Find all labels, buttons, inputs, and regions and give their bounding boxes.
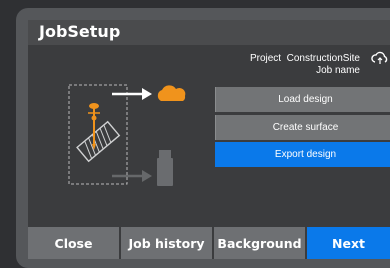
cloud-icon [157,85,186,101]
project-info: Project ConstructionSite Job name [250,53,360,77]
arrow-right-dim-icon [112,170,152,182]
load-design-button[interactable]: Load design [215,87,390,112]
export-design-label: Export design [274,149,337,160]
export-illustration [68,84,186,186]
cloud-sync-icon[interactable] [370,51,390,67]
export-design-button[interactable]: Export design [215,142,390,167]
footer-bar: Close Job history Background Next [28,225,390,259]
project-label: Project [249,53,282,64]
job-name-label: Job name [316,65,360,76]
job-history-button[interactable]: Job history [121,227,212,259]
background-label: Background [217,235,302,251]
close-label: Close [54,235,93,251]
create-surface-button[interactable]: Create surface [215,115,390,140]
load-design-label: Load design [278,94,333,105]
next-button[interactable]: Next [307,227,390,259]
project-line: Project ConstructionSite [250,53,360,65]
title-bar: JobSetup [28,20,390,45]
close-button[interactable]: Close [28,227,119,259]
jobsetup-screen: JobSetup Project ConstructionSite Job na… [28,20,390,259]
next-label: Next [332,235,365,251]
design-surface-icon [76,120,121,163]
create-surface-label: Create surface [272,122,339,133]
job-history-label: Job history [128,235,205,251]
project-name: ConstructionSite [286,53,360,64]
arrow-right-icon [112,88,152,100]
background-button[interactable]: Background [214,227,305,259]
window-title: JobSetup [39,22,121,41]
usb-drive-icon [157,150,173,186]
